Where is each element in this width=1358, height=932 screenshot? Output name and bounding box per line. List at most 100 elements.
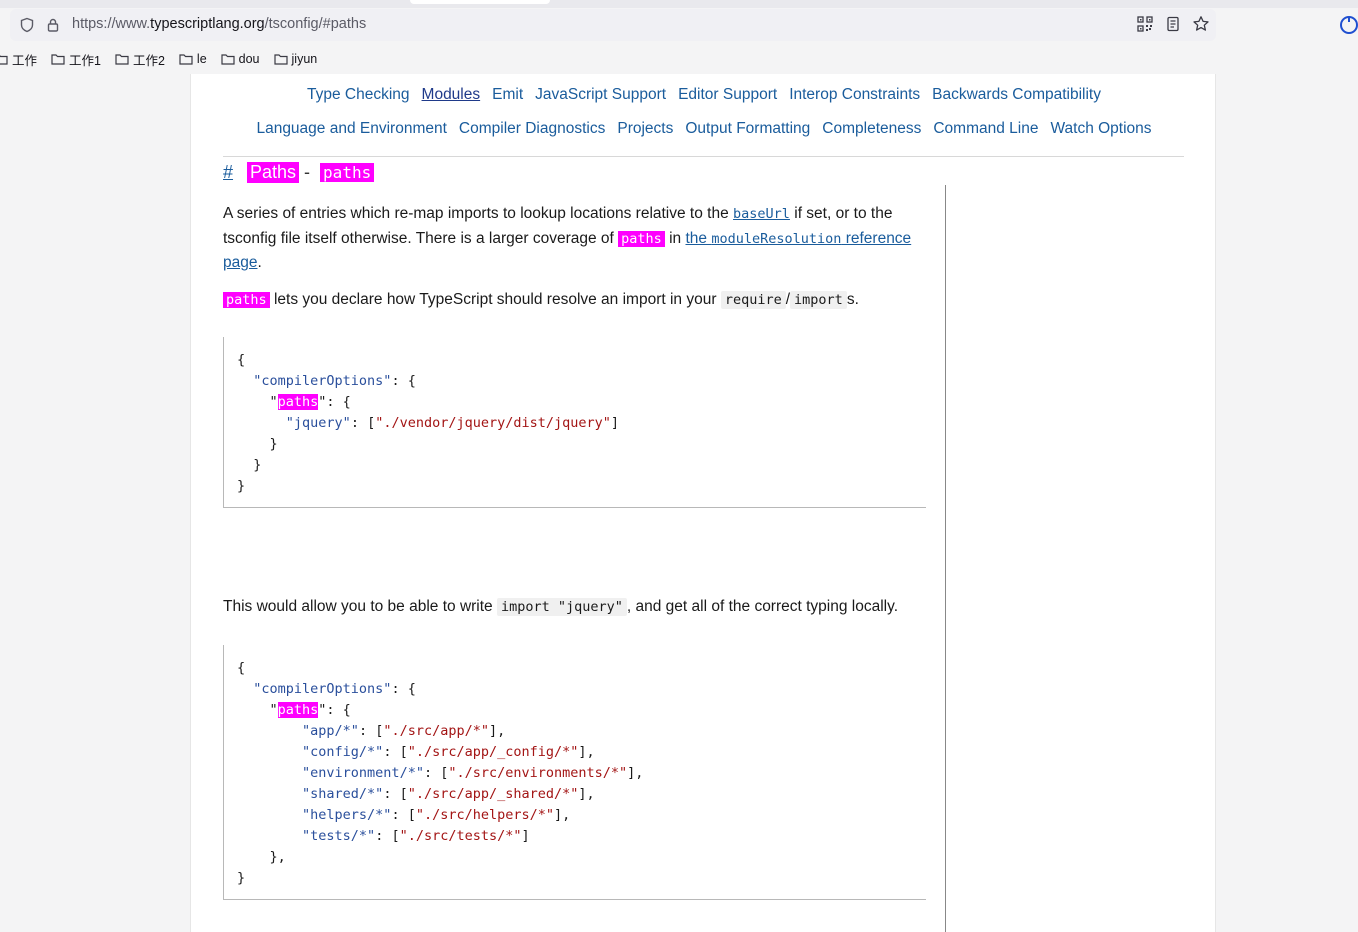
nav-link-completeness[interactable]: Completeness — [822, 120, 921, 138]
sync-icon[interactable] — [1338, 14, 1358, 36]
folder-icon — [0, 55, 8, 65]
text: A series of entries which re-map imports… — [223, 205, 734, 222]
link-code: moduleResolution — [711, 230, 842, 247]
nav-link-type-checking[interactable]: Type Checking — [307, 86, 410, 104]
nav-link-editor-support[interactable]: Editor Support — [678, 86, 777, 104]
reader-view-icon[interactable] — [1164, 15, 1182, 33]
option-title: Paths — [247, 161, 300, 183]
code-paths-highlight: paths — [277, 394, 319, 410]
code-string: "./src/app/_config/*" — [407, 744, 579, 760]
bookmark-label: 工作 — [12, 53, 38, 68]
bookmarks-toolbar: 工作 工作1 工作2 le dou jiyun — [0, 47, 1358, 71]
bookmark-folder-jiyun[interactable]: jiyun — [273, 52, 318, 66]
nav-link-interop-constraints[interactable]: Interop Constraints — [789, 86, 920, 104]
code-example-jquery[interactable]: { "compilerOptions": { "paths": { "jquer… — [223, 337, 926, 508]
code-punct: ], — [578, 744, 595, 760]
folder-icon — [115, 54, 129, 65]
code-string: "./src/app/*" — [383, 723, 489, 739]
qr-code-icon[interactable] — [1136, 15, 1154, 33]
content-sidebar-divider — [945, 185, 946, 932]
nav-link-watch-options[interactable]: Watch Options — [1050, 120, 1151, 138]
inline-code-require: require — [720, 291, 786, 309]
nav-link-backwards-compatibility[interactable]: Backwards Compatibility — [932, 86, 1101, 104]
shield-icon[interactable] — [18, 16, 36, 34]
code-punct: ], — [554, 807, 571, 823]
text: lets you declare how TypeScript should r… — [269, 291, 721, 308]
code-key: "compilerOptions" — [253, 373, 392, 389]
bookmark-label: jiyun — [291, 52, 318, 66]
nav-link-projects[interactable]: Projects — [617, 120, 673, 138]
text: . — [257, 254, 262, 271]
lock-icon[interactable] — [44, 16, 62, 34]
nav-link-modules[interactable]: Modules — [422, 86, 481, 104]
bookmark-folder-dou[interactable]: dou — [221, 52, 260, 66]
nav-link-compiler-diagnostics[interactable]: Compiler Diagnostics — [459, 120, 605, 138]
code-paths-highlight: paths — [277, 702, 319, 718]
code-key: "shared/*" — [302, 786, 384, 802]
code-punct: ], — [627, 765, 644, 781]
code-string: "./src/app/_shared/*" — [407, 786, 579, 802]
nav-link-emit[interactable]: Emit — [492, 86, 523, 104]
title-separator: - — [304, 161, 311, 182]
code-string: "./vendor/jquery/dist/jquery" — [375, 415, 611, 431]
text: the — [685, 229, 712, 247]
baseurl-link[interactable]: baseUrl — [733, 206, 790, 222]
inline-code-import: import — [790, 291, 847, 309]
paragraph-usage: paths lets you declare how TypeScript sh… — [223, 288, 927, 313]
paths-highlight: paths — [223, 292, 270, 308]
bookmark-label: le — [196, 52, 207, 66]
url-host: typescriptlang.org — [150, 16, 265, 32]
url-text[interactable]: https://www.typescriptlang.org/tsconfig/… — [72, 16, 366, 32]
text: , and get all of the correct typing loca… — [626, 598, 899, 615]
active-tab-edge[interactable] — [410, 0, 550, 4]
text: This would allow you to be able to write — [223, 598, 497, 615]
page-content: Type Checking Modules Emit JavaScript Su… — [190, 74, 1216, 932]
bookmark-label: 工作1 — [69, 53, 101, 68]
browser-tabstrip — [0, 0, 1358, 8]
category-nav-row-1: Type Checking Modules Emit JavaScript Su… — [191, 86, 1217, 104]
address-bar[interactable]: https://www.typescriptlang.org/tsconfig/… — [10, 9, 1216, 41]
bookmark-label: dou — [238, 52, 260, 66]
folder-icon — [51, 54, 65, 65]
nav-link-output-formatting[interactable]: Output Formatting — [685, 120, 810, 138]
text: s. — [846, 291, 859, 308]
nav-link-language-and-environment[interactable]: Language and Environment — [256, 120, 446, 138]
code-string: "./src/helpers/*" — [415, 807, 554, 823]
code-example-multi-paths[interactable]: { "compilerOptions": { "paths": { "app/*… — [223, 645, 926, 900]
code-key: "helpers/*" — [302, 807, 392, 823]
code-string: "./src/tests/*" — [399, 828, 522, 844]
code-key: "environment/*" — [302, 765, 424, 781]
code-key: "tests/*" — [302, 828, 376, 844]
inline-code-import-jquery: import "jquery" — [496, 598, 627, 616]
anchor-link[interactable]: # — [223, 162, 233, 183]
folder-icon — [179, 54, 193, 65]
url-path: /tsconfig/#paths — [264, 16, 367, 32]
paragraph-example: This would allow you to be able to write… — [223, 595, 927, 620]
code-key: "config/*" — [302, 744, 384, 760]
code-punct: ], — [489, 723, 506, 739]
text: in — [664, 229, 686, 247]
folder-icon — [221, 54, 235, 65]
code-punct: ] — [521, 828, 530, 844]
option-heading: # Paths - paths — [223, 160, 375, 184]
paths-highlight: paths — [618, 230, 665, 247]
bookmark-folder-work[interactable]: 工作 — [0, 50, 37, 69]
paragraph-intro: A series of entries which re-map imports… — [223, 202, 927, 275]
code-string: "./src/environments/*" — [448, 765, 628, 781]
bookmark-folder-work1[interactable]: 工作1 — [51, 50, 101, 69]
option-code-name: paths — [320, 162, 375, 182]
bookmark-folder-le[interactable]: le — [179, 52, 207, 66]
url-prefix: https://www. — [72, 16, 151, 32]
code-punct: ], — [578, 786, 595, 802]
category-nav-row-2: Language and Environment Compiler Diagno… — [191, 120, 1217, 138]
code-key: "compilerOptions" — [253, 681, 392, 697]
code-key: "app/*" — [302, 723, 359, 739]
nav-link-command-line[interactable]: Command Line — [933, 120, 1038, 138]
nav-link-javascript-support[interactable]: JavaScript Support — [535, 86, 666, 104]
bookmark-star-icon[interactable] — [1192, 15, 1210, 33]
nav-divider — [223, 156, 1184, 157]
code-key: "jquery" — [285, 415, 351, 431]
bookmark-folder-work2[interactable]: 工作2 — [115, 50, 165, 69]
folder-icon — [273, 54, 288, 65]
bookmark-label: 工作2 — [132, 53, 165, 68]
